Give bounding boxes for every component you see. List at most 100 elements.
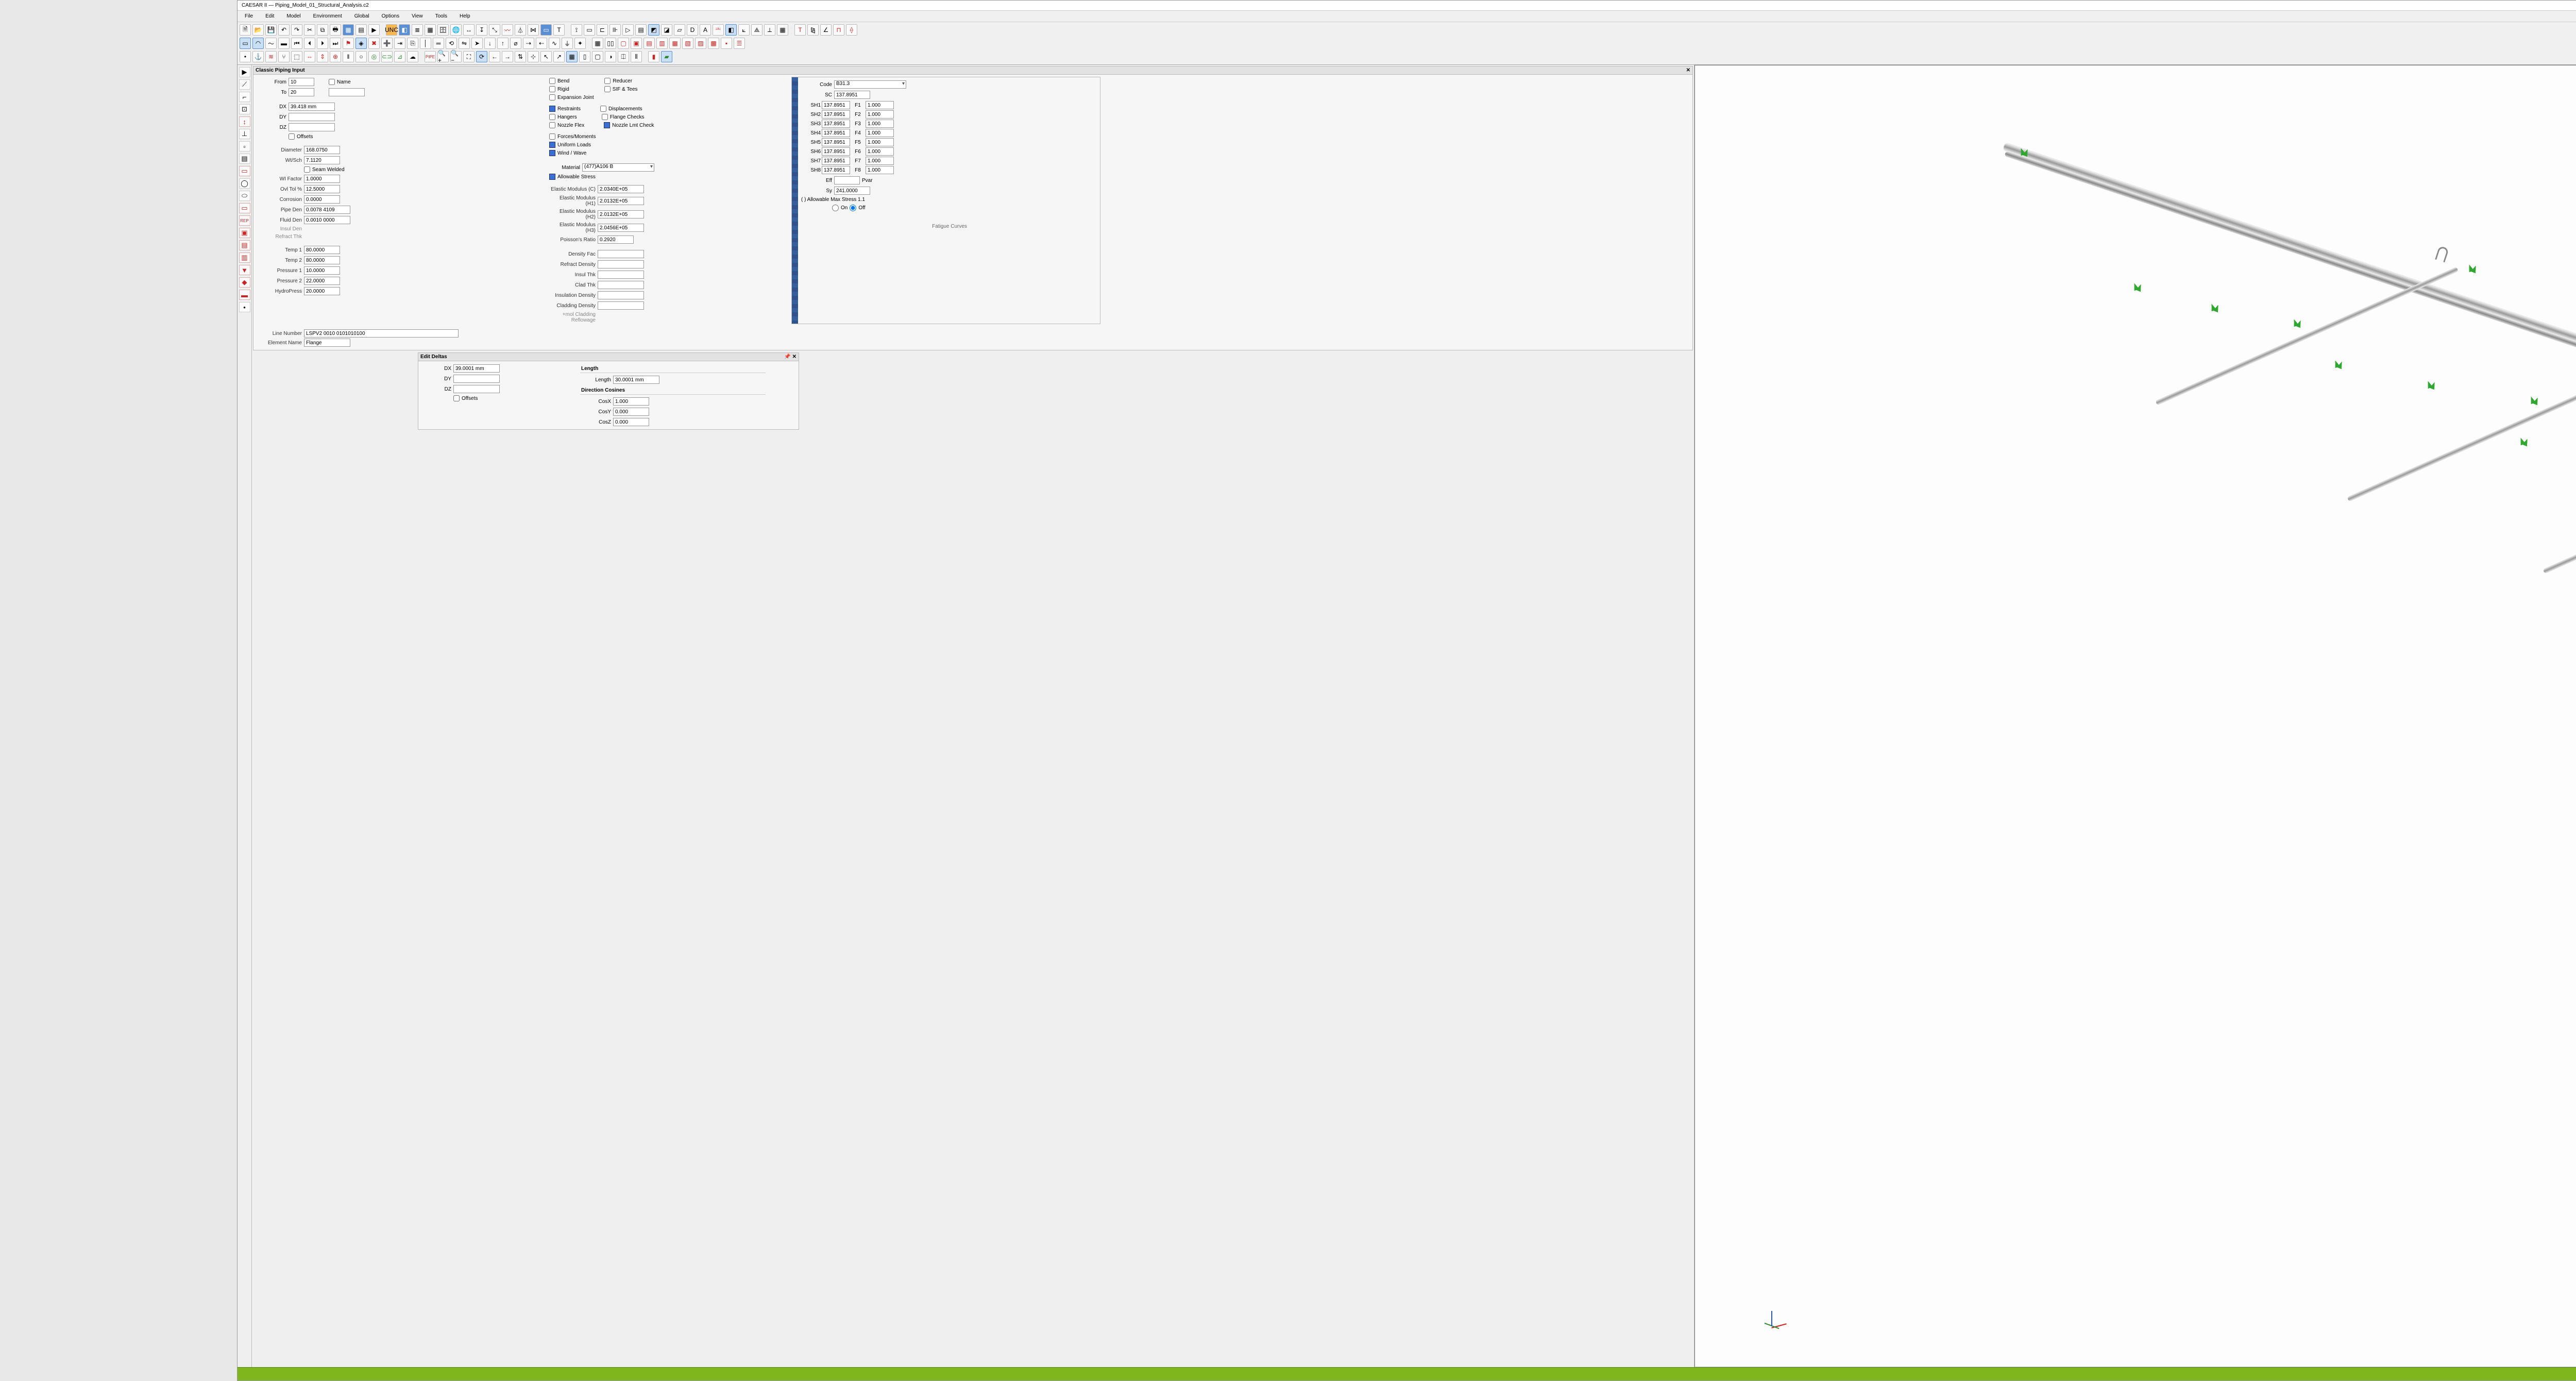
fdens-input[interactable] — [304, 216, 350, 224]
lt-rest-icon[interactable]: ↕ — [239, 116, 250, 127]
lt-node-icon[interactable]: ⊡ — [239, 104, 250, 114]
snap3-icon[interactable]: ⟂ — [764, 24, 775, 36]
reducer2-icon[interactable]: ⊿ — [394, 51, 405, 62]
viewE-icon[interactable]: ⦀ — [631, 51, 642, 62]
emc-input[interactable] — [598, 185, 644, 193]
link2-icon[interactable]: ⇠ — [536, 38, 547, 49]
radio-on[interactable] — [832, 205, 839, 211]
angle-icon[interactable]: ∠ — [820, 24, 832, 36]
warp-icon[interactable]: ∿ — [549, 38, 560, 49]
lt-h-icon[interactable]: ▬ — [239, 290, 250, 300]
iso-icon[interactable]: ◩ — [648, 24, 659, 36]
rotate-icon[interactable]: ⟲ — [446, 38, 457, 49]
from-input[interactable] — [289, 78, 314, 86]
label-icon[interactable]: ⎃ — [713, 24, 724, 36]
claddens-input[interactable] — [598, 301, 644, 310]
spring-icon[interactable]: ≋ — [265, 51, 277, 62]
sh4-a[interactable] — [822, 129, 850, 137]
menu-edit[interactable]: Edit — [262, 12, 277, 20]
viewB-icon[interactable]: ▢ — [592, 51, 603, 62]
chk-rigid[interactable] — [549, 86, 555, 92]
dy-input[interactable] — [289, 113, 335, 121]
zoom-out-icon[interactable]: 🔍− — [450, 51, 462, 62]
save-icon[interactable]: 💾 — [265, 24, 277, 36]
elemname-input[interactable] — [304, 339, 350, 347]
rdens-input[interactable] — [598, 260, 644, 268]
lt-copy-icon[interactable]: ▫ — [239, 141, 250, 151]
sh7-a[interactable] — [822, 157, 850, 165]
sh5-a[interactable] — [822, 138, 850, 146]
lt-group-icon[interactable]: ▤ — [239, 154, 250, 164]
grid-icon[interactable]: ▦ — [425, 24, 436, 36]
pr-input[interactable] — [598, 235, 634, 244]
pdens-input[interactable] — [304, 206, 350, 214]
p1-input[interactable] — [304, 266, 340, 275]
lt-e-icon[interactable]: ▥ — [239, 252, 250, 263]
name-check[interactable] — [329, 79, 335, 85]
pick-point-icon[interactable]: • — [240, 51, 251, 62]
emh2-input[interactable] — [598, 210, 644, 218]
chk-restraints[interactable] — [549, 106, 555, 112]
cap-icon[interactable]: ⊓ — [833, 24, 844, 36]
lt-pipe-icon[interactable]: ⟋ — [239, 79, 250, 90]
chk-flangec[interactable] — [602, 114, 608, 120]
lt-spring-icon[interactable]: REP — [239, 215, 250, 226]
f4-v[interactable] — [866, 129, 894, 137]
shaded-icon[interactable]: ▰ — [661, 51, 672, 62]
arrow-down-icon[interactable]: ↓ — [484, 38, 496, 49]
ed-cz-input[interactable] — [613, 418, 649, 426]
analyze-icon[interactable]: ◧ — [399, 24, 410, 36]
perspective-icon[interactable]: ▱ — [674, 24, 685, 36]
rest-x-icon[interactable]: ⇔ — [304, 51, 315, 62]
emh3-input[interactable] — [598, 224, 644, 232]
edit-deltas-close-icon[interactable]: ✕ — [792, 354, 796, 360]
menu-help[interactable]: Help — [456, 12, 473, 20]
f1-v[interactable] — [866, 101, 894, 109]
ed-dz-input[interactable] — [453, 385, 500, 393]
f2-v[interactable] — [866, 110, 894, 119]
chk-allowstress[interactable] — [549, 174, 555, 180]
mirror-icon[interactable]: ⇋ — [459, 38, 470, 49]
cladthk-input[interactable] — [598, 281, 644, 289]
center-icon[interactable]: ⊹ — [528, 51, 539, 62]
check-icon[interactable]: ▦ — [343, 24, 354, 36]
open-icon[interactable]: 📂 — [252, 24, 264, 36]
rest-z-icon[interactable]: ⊕ — [330, 51, 341, 62]
lt-ring-icon[interactable]: ⬭ — [239, 191, 250, 201]
delete-icon[interactable]: ✖ — [368, 38, 380, 49]
sh1-a[interactable] — [822, 101, 850, 109]
section-icon[interactable]: ⌀ — [510, 38, 521, 49]
scale-icon[interactable]: ⊪ — [609, 24, 621, 36]
menu-file[interactable]: File — [242, 12, 256, 20]
ed-offsets-check[interactable] — [453, 395, 460, 401]
select-icon[interactable]: ◈ — [355, 38, 367, 49]
menu-tools[interactable]: Tools — [432, 12, 450, 20]
win6-icon[interactable]: ▧ — [682, 38, 693, 49]
mode-curve-icon[interactable]: 〜 — [265, 38, 277, 49]
undo-icon[interactable]: ↶ — [278, 24, 290, 36]
chk-hangers[interactable] — [549, 114, 555, 120]
chk-sif[interactable] — [604, 86, 611, 92]
offset-check[interactable] — [289, 133, 295, 140]
menu-options[interactable]: Options — [379, 12, 402, 20]
mode-pipe-icon[interactable]: ▭ — [240, 38, 251, 49]
orbit-icon[interactable]: ⟳ — [476, 51, 487, 62]
seam-check[interactable] — [304, 166, 310, 173]
eff-input[interactable] — [834, 176, 860, 184]
ed-dy-input[interactable] — [453, 375, 500, 383]
sy-input[interactable] — [834, 187, 870, 195]
ovt-input[interactable] — [304, 185, 340, 193]
menu-view[interactable]: View — [409, 12, 426, 20]
first-icon[interactable]: ⏮ — [291, 38, 302, 49]
wf-input[interactable] — [304, 175, 340, 183]
restraint-icon[interactable]: ⟟ — [571, 24, 582, 36]
zoom-ext-icon[interactable]: ⛶ — [463, 51, 474, 62]
linenum-input[interactable] — [304, 329, 459, 338]
cloud-icon[interactable]: ☁ — [407, 51, 418, 62]
3d-viewport[interactable] — [1694, 65, 2576, 1367]
pointer-icon[interactable]: ↖ — [540, 51, 552, 62]
mode-elem-icon[interactable]: ▬ — [278, 38, 290, 49]
hp-input[interactable] — [304, 287, 340, 295]
lt-disc-icon[interactable]: ◯ — [239, 178, 250, 189]
sh2-a[interactable] — [822, 110, 850, 119]
